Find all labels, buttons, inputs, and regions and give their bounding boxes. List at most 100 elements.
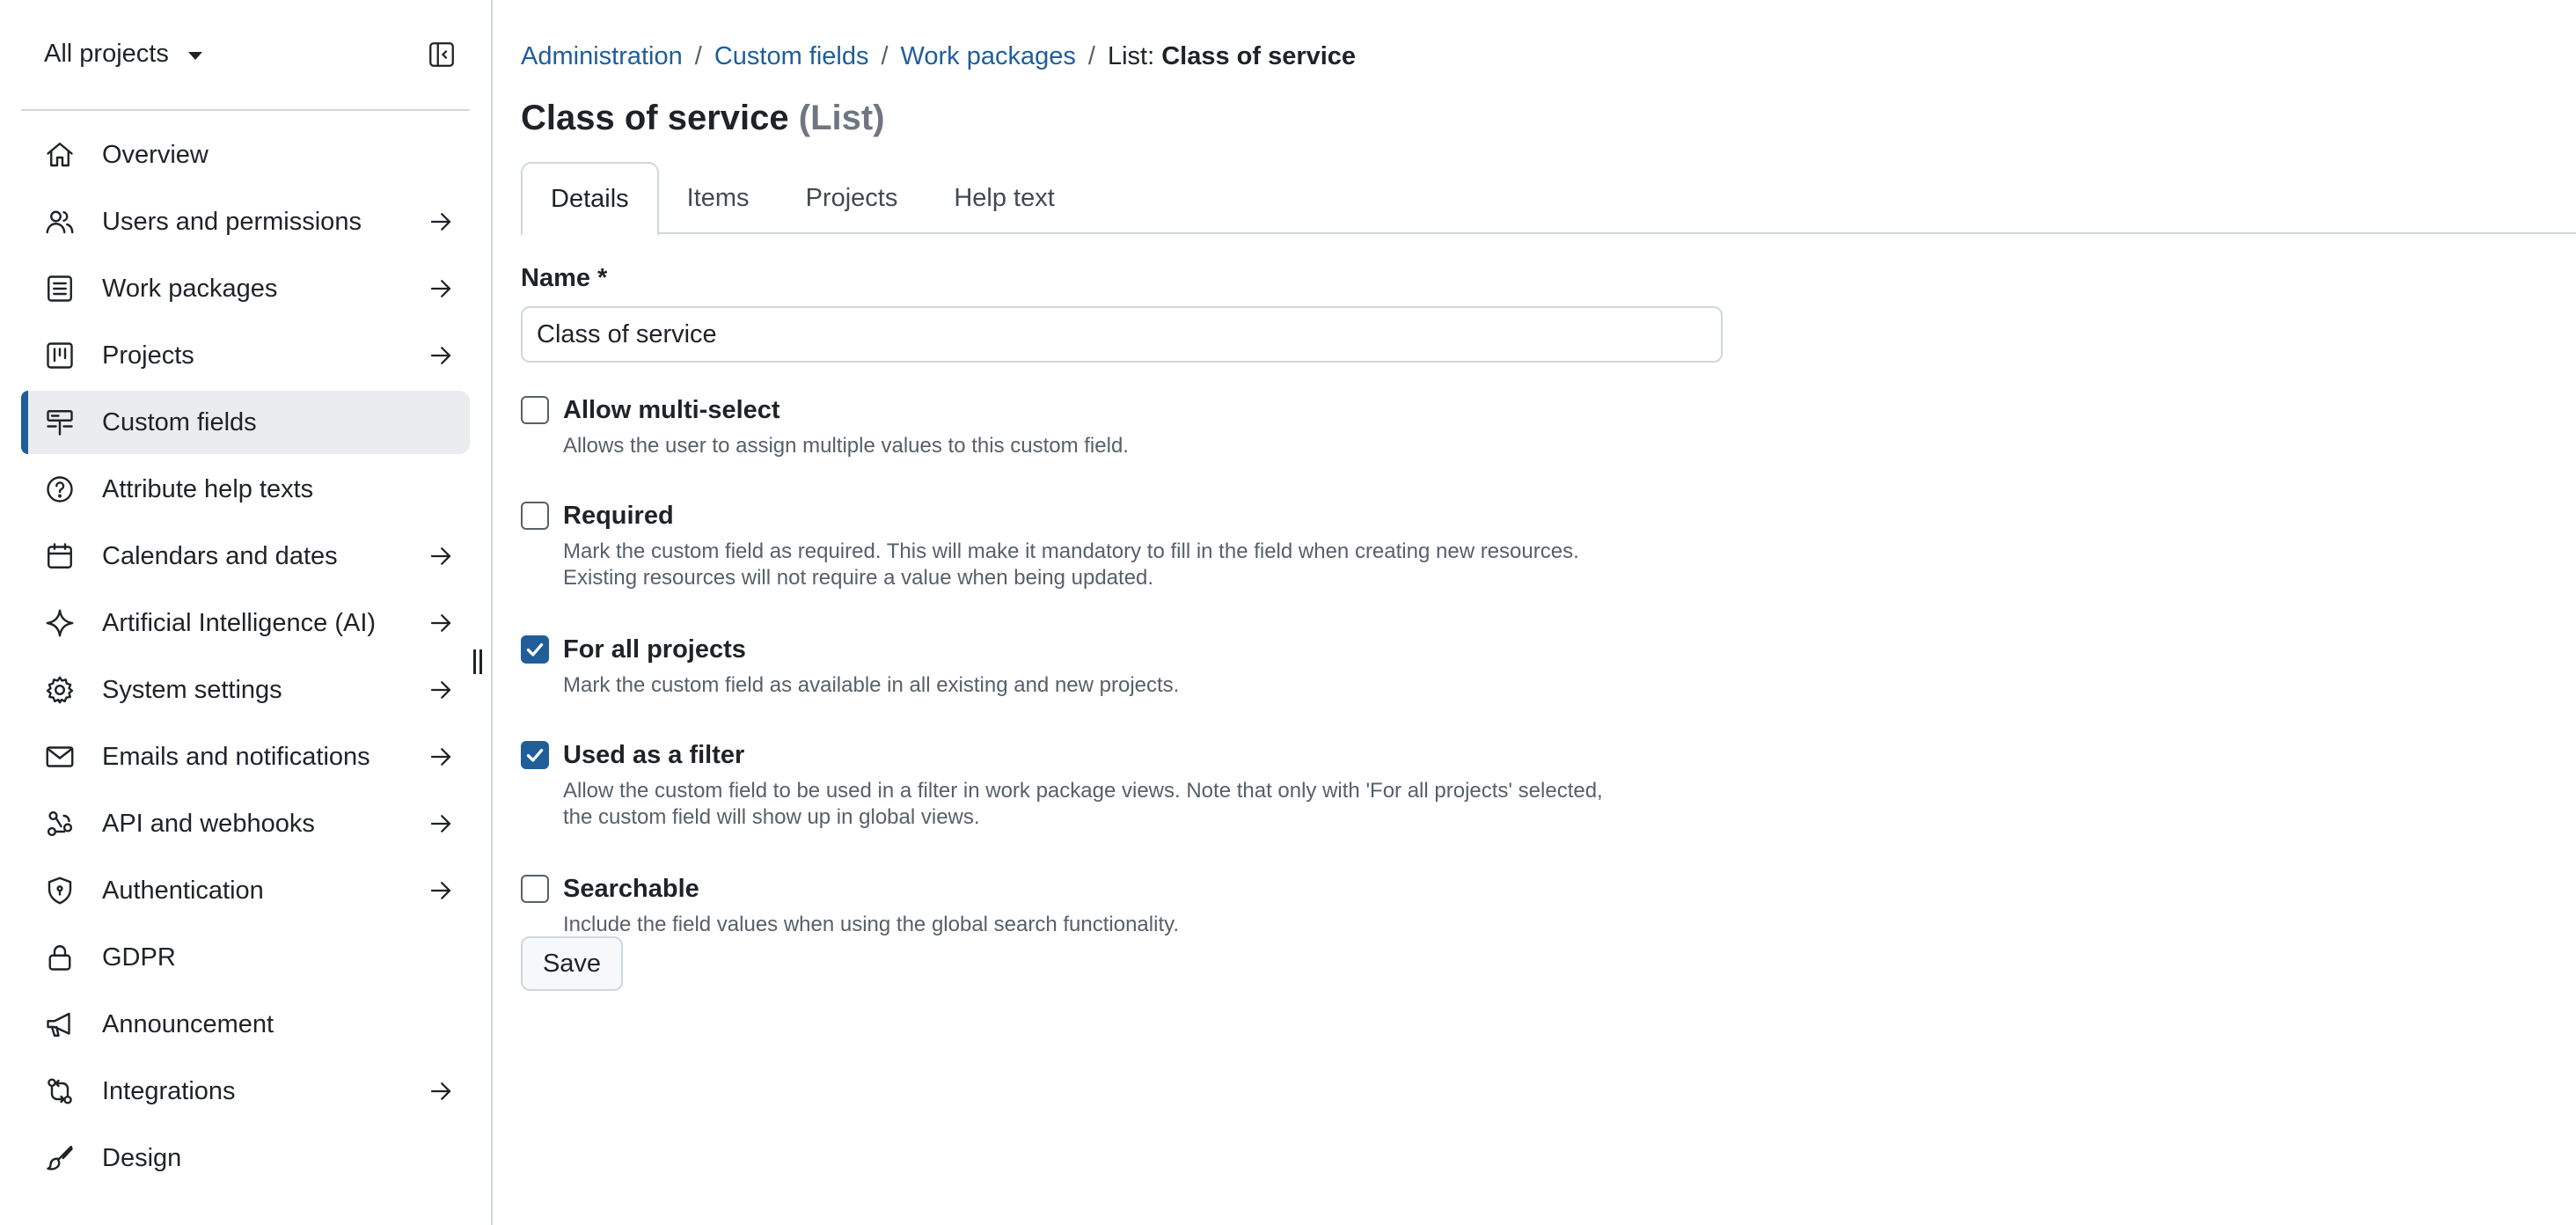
arrow-right-icon [428, 342, 454, 369]
option-title[interactable]: Allow multi-select [563, 394, 1129, 426]
project-selector[interactable]: All projects [44, 40, 202, 69]
option-description-line: Mark the custom field as required. This … [563, 539, 1579, 563]
collapse-sidebar-button[interactable] [424, 37, 459, 72]
sidebar-item-label: Attribute help texts [102, 474, 314, 503]
sidebar-item-custom-fields[interactable]: Custom fields [21, 391, 470, 454]
sidebar-item-label: API and webhooks [102, 809, 315, 838]
sidebar-item-system-settings[interactable]: System settings [21, 658, 470, 722]
sidebar-item-attribute-help-texts[interactable]: Attribute help texts [21, 458, 470, 521]
sidebar-item-label: GDPR [102, 943, 176, 972]
sidebar-item-api-and-webhooks[interactable]: API and webhooks [21, 792, 470, 855]
arrow-right-icon [428, 610, 454, 636]
sidebar-item-label: Custom fields [102, 407, 257, 436]
main-content: Administration / Custom fields / Work packag… [493, 0, 2576, 1225]
sidebar-item-label: Announcement [102, 1009, 274, 1038]
sidebar-item-calendars-and-dates[interactable]: Calendars and dates [21, 524, 470, 588]
sidebar-item-authentication[interactable]: Authentication [21, 859, 470, 922]
sidebar-item-users-and-permissions[interactable]: Users and permissions [21, 190, 470, 253]
arrow-right-icon [428, 744, 454, 770]
integrations-icon [44, 1075, 76, 1107]
breadcrumb-link[interactable]: Administration [521, 42, 683, 71]
sidebar-item-label: Design [102, 1143, 182, 1172]
option-text: Required Mark the custom field as require… [563, 500, 1579, 591]
sidebar-item-label: Calendars and dates [102, 541, 338, 570]
arrow-right-icon [428, 811, 454, 837]
option-description-line: the custom field will show up in global … [563, 805, 980, 829]
sidebar: All projects Overview Users and permissio… [0, 0, 493, 1225]
sidebar-item-work-packages[interactable]: Work packages [21, 257, 470, 320]
arrow-right-icon [428, 275, 454, 302]
breadcrumb-link[interactable]: Custom fields [714, 42, 869, 71]
option-allow-multi-select: Allow multi-select Allows the user to ass… [521, 394, 1753, 459]
breadcrumb-current-name: Class of service [1161, 42, 1357, 70]
arrow-right-icon [428, 209, 454, 235]
sidebar-item-overview[interactable]: Overview [21, 123, 470, 187]
option-description-line: Allows the user to assign multiple value… [563, 434, 1129, 458]
sidebar-nav: Overview Users and permissions Work packag… [0, 111, 491, 1190]
sidebar-item-label: Overview [102, 140, 209, 169]
option-text: For all projects Mark the custom field as… [563, 634, 1179, 699]
sidebar-item-label: Integrations [102, 1076, 236, 1105]
option-text: Allow multi-select Allows the user to ass… [563, 394, 1129, 459]
option-description: Include the field values when using the … [563, 912, 1179, 938]
option-title[interactable]: Used as a filter [563, 739, 1603, 771]
sidebar-item-announcement[interactable]: Announcement [21, 993, 470, 1056]
board-icon [44, 340, 76, 371]
home-icon [44, 139, 76, 171]
option-searchable: Searchable Include the field values when … [521, 873, 1753, 938]
gear-icon [44, 674, 76, 706]
custom-field-icon [44, 407, 76, 438]
option-used-as-a-filter: Used as a filter Allow the custom field t… [521, 739, 1753, 831]
arrow-right-icon [428, 1078, 454, 1104]
tab-items[interactable]: Items [659, 162, 778, 234]
sidebar-item-projects[interactable]: Projects [21, 324, 470, 387]
option-text: Searchable Include the field values when … [563, 873, 1179, 938]
required-checkbox[interactable] [521, 502, 549, 530]
tab-help-text[interactable]: Help text [926, 162, 1082, 234]
sidebar-item-label: Work packages [102, 274, 278, 303]
option-title[interactable]: Required [563, 500, 1579, 532]
name-field-label: Name * [521, 264, 608, 292]
option-description: Allow the custom field to be used in a f… [563, 778, 1603, 831]
searchable-checkbox[interactable] [521, 875, 549, 903]
option-title[interactable]: For all projects [563, 634, 1179, 665]
option-description: Mark the custom field as required. This … [563, 539, 1579, 591]
sidebar-item-integrations[interactable]: Integrations [21, 1060, 470, 1123]
option-title[interactable]: Searchable [563, 873, 1179, 905]
option-for-all-projects: For all projects Mark the custom field as… [521, 634, 1753, 699]
name-field[interactable] [521, 306, 1723, 363]
page-title-type: (List) [798, 99, 885, 137]
sidebar-collapse-icon [429, 42, 454, 67]
tab-details[interactable]: Details [521, 162, 659, 236]
sidebar-item-label: Artificial Intelligence (AI) [102, 608, 377, 637]
allow-multi-select-checkbox[interactable] [521, 396, 549, 424]
tab-projects[interactable]: Projects [778, 162, 926, 234]
option-description: Mark the custom field as available in al… [563, 672, 1179, 699]
sidebar-item-emails-and-notifications[interactable]: Emails and notifications [21, 725, 470, 789]
sidebar-item-artificial-intelligence-ai[interactable]: Artificial Intelligence (AI) [21, 591, 470, 655]
sidebar-item-label: Users and permissions [102, 207, 362, 236]
page-title-name: Class of service [521, 99, 789, 137]
sparkle-icon [44, 607, 76, 639]
sidebar-resize-handle[interactable] [473, 649, 482, 674]
sidebar-header: All projects [21, 0, 470, 111]
sidebar-item-design[interactable]: Design [21, 1126, 470, 1190]
megaphone-icon [44, 1009, 76, 1040]
question-icon [44, 473, 76, 505]
shield-icon [44, 875, 76, 906]
save-button[interactable]: Save [521, 936, 623, 991]
project-selector-label: All projects [44, 39, 169, 68]
caret-down-icon [187, 51, 202, 60]
breadcrumb-separator: / [694, 42, 702, 70]
list-icon [44, 273, 76, 304]
for-all-projects-checkbox[interactable] [521, 635, 549, 664]
paintbrush-icon [44, 1142, 76, 1174]
breadcrumb-separator: / [1087, 42, 1095, 70]
sidebar-item-label: System settings [102, 675, 282, 704]
breadcrumb-link[interactable]: Work packages [901, 42, 1076, 71]
checkmark-icon [523, 744, 546, 767]
sidebar-item-gdpr[interactable]: GDPR [21, 926, 470, 989]
option-description-line: Existing resources will not require a va… [563, 566, 1154, 590]
used-as-a-filter-checkbox[interactable] [521, 741, 549, 769]
option-description: Allows the user to assign multiple value… [563, 433, 1129, 459]
